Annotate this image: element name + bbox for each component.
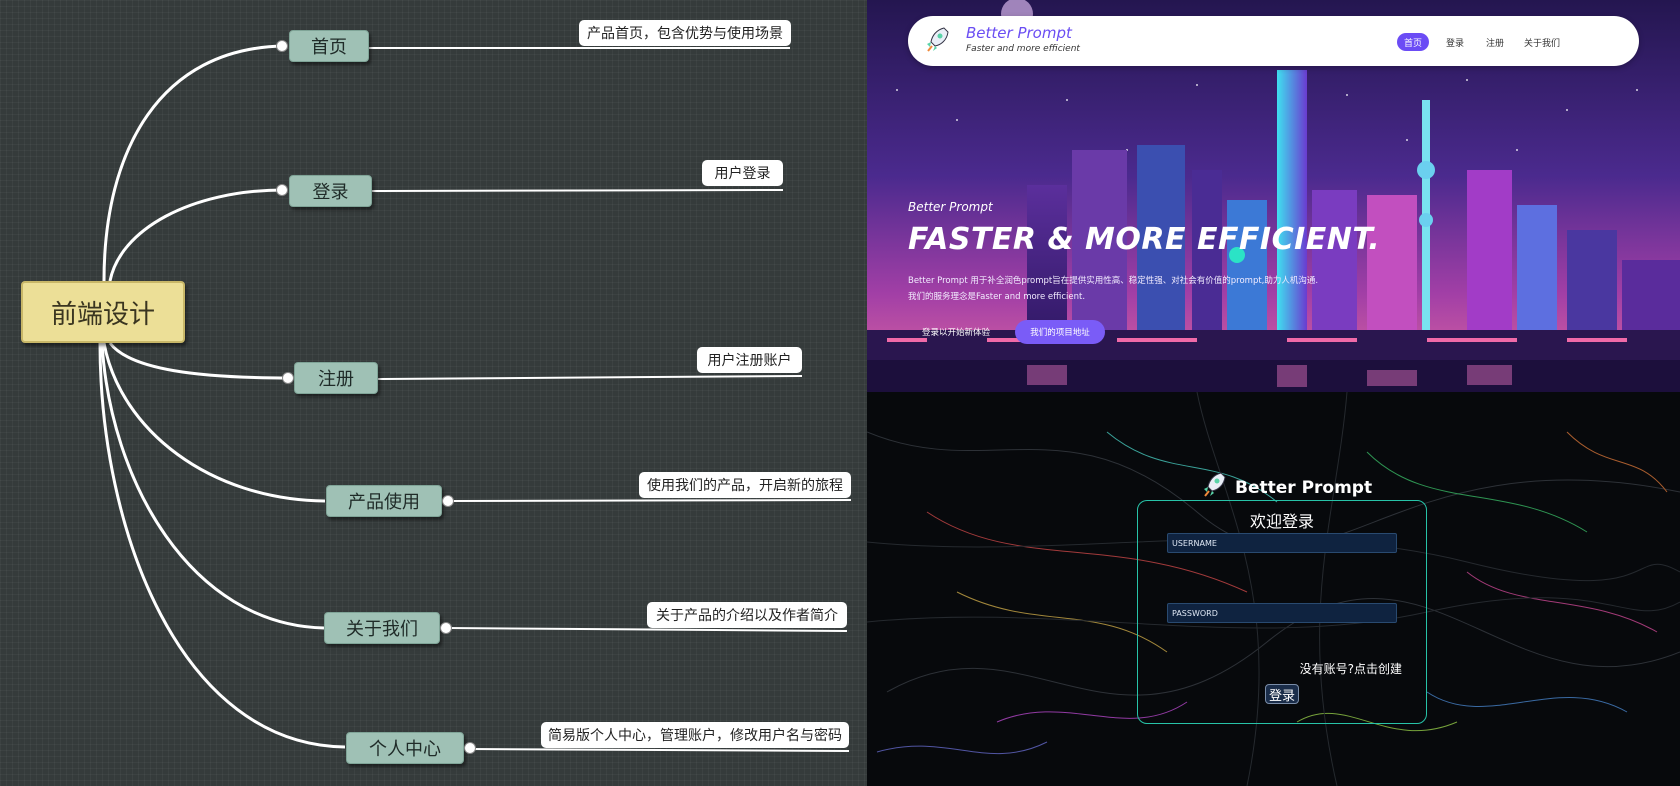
login-brand-title: Better Prompt (1235, 477, 1373, 498)
top-navbar: Better Prompt Faster and more efficient … (908, 16, 1639, 66)
landing-page-screenshot: Better Prompt Faster and more efficient … (867, 0, 1680, 392)
branch-about-us[interactable]: 关于我们 (324, 612, 440, 644)
hero-description: Better Prompt 用于补全润色prompt旨在提供实用性高、稳定性强、… (908, 273, 1328, 305)
note-register: 用户注册账户 (697, 347, 802, 373)
note-login: 用户登录 (702, 160, 783, 186)
branch-home[interactable]: 首页 (289, 30, 369, 62)
nav-register[interactable]: 注册 (1480, 33, 1510, 51)
login-page-screenshot: Better Prompt 欢迎登录 USERNAME PASSWORD 没有账… (867, 392, 1680, 786)
collapse-handle[interactable] (464, 742, 476, 754)
username-input[interactable]: USERNAME (1167, 533, 1397, 553)
branch-login[interactable]: 登录 (289, 175, 372, 207)
mind-map-connectors (98, 44, 852, 752)
collapse-handle[interactable] (276, 40, 288, 52)
brand-subtitle: Faster and more efficient (966, 44, 1080, 54)
collapse-handle[interactable] (282, 372, 294, 384)
login-title: 欢迎登录 (1249, 512, 1314, 531)
branch-register[interactable]: 注册 (294, 362, 378, 394)
login-submit-button[interactable]: 登录 (1265, 684, 1299, 704)
mind-map-root[interactable]: 前端设计 (21, 281, 185, 343)
collapse-handle[interactable] (442, 495, 454, 507)
branch-product-usage[interactable]: 产品使用 (326, 485, 442, 517)
note-product-usage: 使用我们的产品，开启新的旅程 (639, 472, 851, 498)
brand-title[interactable]: Better Prompt (966, 24, 1072, 42)
hero-description-line: Better Prompt 用于补全润色prompt旨在提供实用性高、稳定性强、… (908, 276, 1319, 286)
note-home: 产品首页，包含优势与使用场景 (579, 20, 791, 46)
branch-personal-center[interactable]: 个人中心 (346, 732, 464, 764)
mind-map-panel: 前端设计 首页 登录 注册 产品使用 关于我们 个人中心 产品首页，包含优势与使… (0, 0, 868, 786)
hero-description-line: 我们的服务理念是Faster and more efficient. (908, 292, 1086, 302)
collapse-handle[interactable] (440, 622, 452, 634)
nav-home[interactable]: 首页 (1397, 33, 1429, 51)
start-experience-button[interactable]: 登录以开始新体验 (910, 320, 1002, 344)
hero-title: FASTER & MORE EFFICIENT. (908, 222, 1381, 257)
hero-kicker: Better Prompt (908, 200, 993, 214)
project-address-button[interactable]: 我们的项目地址 (1015, 320, 1105, 344)
password-input[interactable]: PASSWORD (1167, 603, 1397, 623)
note-personal-center: 简易版个人中心，管理账户，修改用户名与密码 (541, 722, 849, 748)
nav-login[interactable]: 登录 (1440, 33, 1470, 51)
create-account-link[interactable]: 没有账号?点击创建 (1300, 660, 1402, 677)
rocket-icon (924, 26, 950, 58)
nav-about-us[interactable]: 关于我们 (1522, 33, 1562, 51)
note-about-us: 关于产品的介绍以及作者简介 (647, 602, 847, 628)
collapse-handle[interactable] (276, 184, 288, 196)
login-form: 欢迎登录 USERNAME PASSWORD 没有账号?点击创建 登录 (1137, 500, 1427, 724)
